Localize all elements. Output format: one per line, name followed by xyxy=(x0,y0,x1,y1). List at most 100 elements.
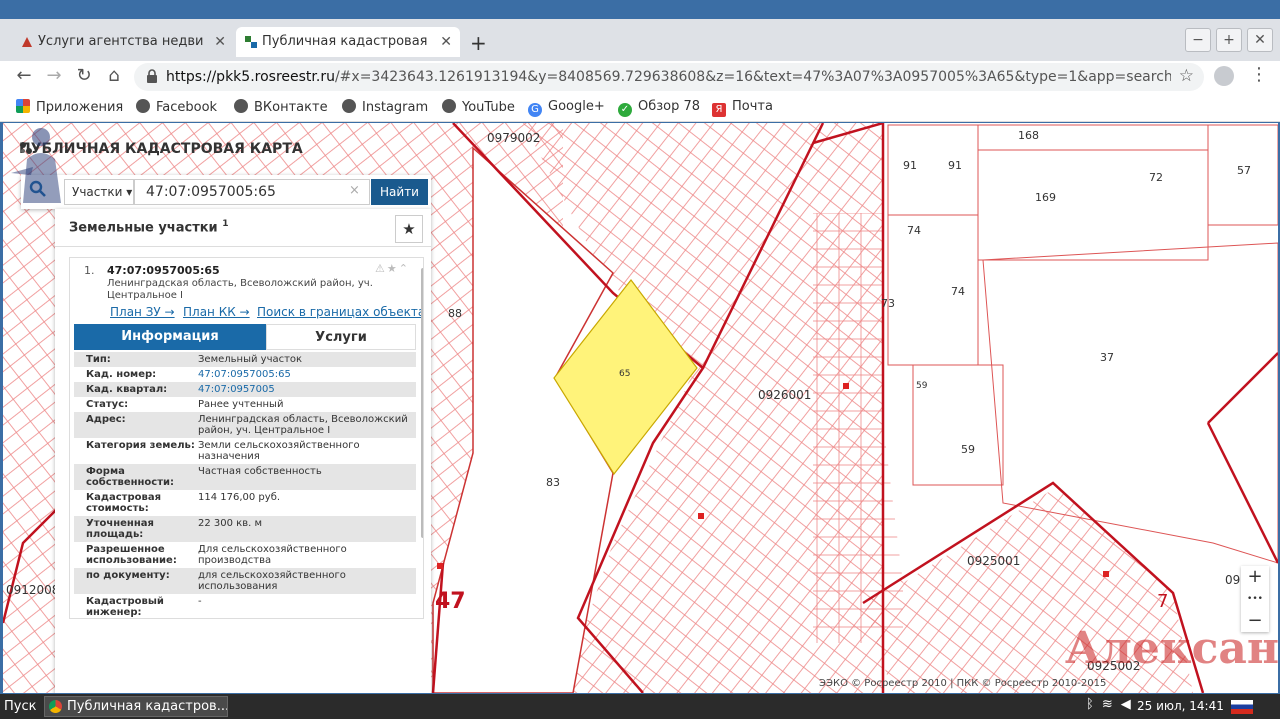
language-flag-icon[interactable] xyxy=(1231,700,1253,714)
parcel-label: 59 xyxy=(961,443,975,456)
block-label: 0912008 xyxy=(6,583,60,597)
url-text: https://pkk5.rosreestr.ru/#x=3423643.126… xyxy=(166,69,1171,85)
agency-favicon-icon xyxy=(22,37,32,47)
globe-icon xyxy=(234,99,248,113)
parcel-label: 57 xyxy=(1237,164,1251,177)
property-row: Кадастровая стоимость: 114 176,00 руб. xyxy=(74,490,416,516)
wifi-icon[interactable]: ≋ xyxy=(1102,697,1121,712)
favorite-star-button[interactable]: ★ xyxy=(395,215,423,243)
property-key: Разрешенное использование: xyxy=(86,544,177,566)
watermark-text: Александр xyxy=(1065,623,1278,674)
tab-agency[interactable]: Услуги агентства недви ✕ xyxy=(12,27,234,57)
warning-icon[interactable]: ⚠ xyxy=(375,262,387,275)
plan-zu-link[interactable]: План ЗУ → xyxy=(110,305,175,319)
property-key: Тип: xyxy=(86,354,111,365)
tab-cadastral[interactable]: Публичная кадастровая ✕ xyxy=(236,27,460,57)
apps-grid-icon xyxy=(16,99,30,113)
zoom-in-button[interactable]: + xyxy=(1241,566,1269,588)
back-arrow-icon[interactable]: ← xyxy=(12,65,36,86)
plan-kk-link[interactable]: План КК → xyxy=(183,305,250,319)
property-key: Категория земель: xyxy=(86,440,195,451)
property-key: Кадастровый инженер: xyxy=(86,596,164,618)
property-row: Кад. номер: 47:07:0957005:65 xyxy=(74,367,416,382)
new-tab-button[interactable]: + xyxy=(470,31,487,55)
parcel-label: 91 xyxy=(903,159,917,172)
search-button[interactable]: Найти xyxy=(371,179,428,205)
chevron-up-icon[interactable]: ⌃ xyxy=(399,262,410,275)
district-label: 7 xyxy=(1157,591,1169,612)
tab-services[interactable]: Услуги xyxy=(266,324,416,350)
parcel-label-selected[interactable]: 65 xyxy=(619,369,630,379)
property-key: Уточненная площадь: xyxy=(86,518,154,540)
parcel-label: 168 xyxy=(1018,129,1039,142)
chrome-icon xyxy=(49,700,62,713)
start-button[interactable]: Пуск xyxy=(4,699,36,714)
close-tab-icon[interactable]: ✕ xyxy=(440,27,452,57)
bookmark-instagram[interactable]: Instagram xyxy=(342,99,428,115)
bookmark-vkontakte[interactable]: ВКонтакте xyxy=(234,99,328,115)
bookmark-youtube[interactable]: YouTube xyxy=(442,99,515,115)
lock-icon xyxy=(147,69,157,83)
parcel-label: 88 xyxy=(448,307,462,320)
parcel-label: 169 xyxy=(1035,191,1056,204)
bluetooth-icon[interactable]: ᛒ xyxy=(1086,697,1102,712)
tab-label: Услуги агентства недви xyxy=(38,34,204,49)
close-window-icon[interactable]: ✕ xyxy=(1247,28,1273,52)
forward-arrow-icon[interactable]: → xyxy=(42,65,66,86)
address-bar[interactable]: https://pkk5.rosreestr.ru/#x=3423643.126… xyxy=(134,63,1204,91)
watermark-figure-icon xyxy=(11,128,61,203)
reload-icon[interactable]: ↻ xyxy=(72,65,96,86)
bookmark-obzor78[interactable]: ✓ Обзор 78 xyxy=(618,99,700,117)
property-value: Земельный участок xyxy=(198,354,303,365)
google-icon: G xyxy=(528,103,542,117)
property-value: Ранее учтенный xyxy=(198,399,284,410)
bookmark-apps[interactable]: Приложения xyxy=(16,99,123,115)
panel-scrollbar[interactable] xyxy=(421,268,423,538)
taskbar-window-chrome[interactable]: Публичная кадастров... xyxy=(44,696,228,717)
property-row: Разрешенное использование: Для сельскохоз… xyxy=(74,542,416,568)
results-panel: Земельные участки 1 ★ 1. 47:07:0957005:6… xyxy=(55,209,431,693)
tab-information[interactable]: Информация xyxy=(74,324,266,350)
result-cad-id[interactable]: 47:07:0957005:65 xyxy=(107,264,220,277)
result-address: Ленинградская область, Всеволожский райо… xyxy=(107,278,373,301)
block-label: 0926001 xyxy=(758,388,812,402)
star-icon[interactable]: ★ xyxy=(387,262,399,275)
panel-header: Земельные участки 1 ★ xyxy=(55,209,431,247)
property-key: по документу: xyxy=(86,570,170,581)
cadastral-map[interactable]: ПУБЛИЧНАЯ КАДАСТРОВАЯ КАРТА 0979002 0926… xyxy=(3,123,1278,693)
property-value: - xyxy=(198,596,202,607)
property-key: Адрес: xyxy=(86,414,126,425)
globe-icon xyxy=(342,99,356,113)
bookmark-facebook[interactable]: Facebook xyxy=(136,99,217,115)
minimize-icon[interactable]: − xyxy=(1185,28,1211,52)
zoom-dots: ••• xyxy=(1247,594,1263,604)
property-value: 22 300 кв. м xyxy=(198,518,263,529)
result-index: 1. xyxy=(84,264,95,277)
block-label: 0979002 xyxy=(487,131,541,145)
bookmark-pochta[interactable]: Я Почта xyxy=(712,99,773,117)
menu-dots-icon[interactable]: ⋮ xyxy=(1250,64,1268,85)
panel-title: Земельные участки 1 xyxy=(69,219,229,236)
globe-icon xyxy=(442,99,456,113)
result-actions[interactable]: ⚠★⌃ xyxy=(375,262,410,275)
property-row: Кад. квартал: 47:07:0957005 xyxy=(74,382,416,397)
search-input[interactable]: 47:07:0957005:65 xyxy=(134,179,370,205)
property-value[interactable]: 47:07:0957005:65 xyxy=(198,369,410,380)
result-count: 1 xyxy=(222,219,229,229)
globe-icon xyxy=(136,99,150,113)
search-bounds-link[interactable]: Поиск в границах объекта → xyxy=(257,305,423,319)
profile-avatar[interactable] xyxy=(1214,66,1234,86)
home-icon[interactable]: ⌂ xyxy=(102,65,126,86)
maximize-icon[interactable]: + xyxy=(1216,28,1242,52)
parcel-label: 74 xyxy=(907,224,921,237)
clear-search-icon[interactable]: × xyxy=(349,183,360,198)
close-tab-icon[interactable]: ✕ xyxy=(214,27,226,57)
bookmark-star-icon[interactable]: ☆ xyxy=(1179,66,1194,86)
search-type-select[interactable]: Участки ▾ xyxy=(64,179,134,205)
property-row: Категория земель: Земли сельскохозяйствен… xyxy=(74,438,416,464)
rosreestr-favicon-icon xyxy=(245,36,257,48)
property-key: Кад. квартал: xyxy=(86,384,168,395)
clock[interactable]: 25 июл, 14:41 xyxy=(1137,699,1224,713)
property-value[interactable]: 47:07:0957005 xyxy=(198,384,410,395)
bookmark-google-plus[interactable]: G Google+ xyxy=(528,99,605,117)
